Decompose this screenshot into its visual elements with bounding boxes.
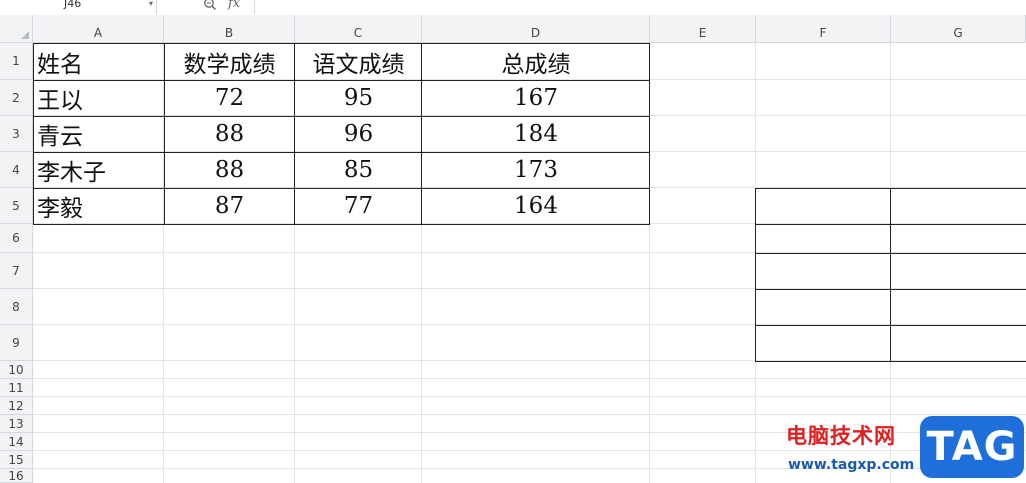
formula-divider bbox=[254, 0, 255, 14]
table-border bbox=[33, 43, 650, 44]
table-border bbox=[890, 188, 891, 362]
cell-c3[interactable]: 96 bbox=[295, 116, 422, 152]
row-header-11[interactable]: 11 bbox=[0, 379, 33, 397]
column-header-g[interactable]: G bbox=[891, 15, 1026, 43]
column-header-c[interactable]: C bbox=[295, 15, 422, 43]
table-border bbox=[649, 43, 650, 225]
table-border bbox=[33, 224, 650, 225]
row-header-10[interactable]: 10 bbox=[0, 361, 33, 379]
column-header-b[interactable]: B bbox=[164, 15, 295, 43]
formula-bar: J46 ▾ fx bbox=[0, 0, 1026, 16]
fx-icon[interactable]: fx bbox=[228, 0, 240, 11]
row-header-8[interactable]: 8 bbox=[0, 289, 33, 325]
row-header-4[interactable]: 4 bbox=[0, 152, 33, 188]
select-all-icon bbox=[21, 31, 29, 39]
column-header-d[interactable]: D bbox=[422, 15, 650, 43]
table-border bbox=[33, 43, 34, 225]
cell-d1[interactable]: 总成绩 bbox=[422, 43, 650, 80]
column-header-a[interactable]: A bbox=[33, 15, 164, 43]
row-header-14[interactable]: 14 bbox=[0, 433, 33, 451]
table-border bbox=[755, 188, 756, 362]
cell-c5[interactable]: 77 bbox=[295, 188, 422, 224]
row-header-12[interactable]: 12 bbox=[0, 397, 33, 415]
row-header-7[interactable]: 7 bbox=[0, 253, 33, 289]
row-header-3[interactable]: 3 bbox=[0, 116, 33, 152]
row-header-13[interactable]: 13 bbox=[0, 415, 33, 433]
cell-c4[interactable]: 85 bbox=[295, 152, 422, 188]
table-border bbox=[33, 80, 650, 81]
table-border bbox=[33, 188, 650, 189]
table-border bbox=[33, 152, 650, 153]
row-header-1[interactable]: 1 bbox=[0, 43, 33, 80]
row-header-5[interactable]: 5 bbox=[0, 188, 33, 224]
cell-b3[interactable]: 88 bbox=[164, 116, 295, 152]
row-header-2[interactable]: 2 bbox=[0, 80, 33, 116]
watermark-site-name: 电脑技术网 bbox=[786, 424, 896, 448]
name-box[interactable]: J46 ▾ bbox=[0, 0, 157, 14]
table-border bbox=[294, 43, 295, 225]
column-header-e[interactable]: E bbox=[650, 15, 756, 43]
cell-b1[interactable]: 数学成绩 bbox=[164, 43, 295, 80]
watermark-url: www.tagxp.com bbox=[788, 457, 915, 473]
column-header-f[interactable]: F bbox=[756, 15, 891, 43]
cell-b5[interactable]: 87 bbox=[164, 188, 295, 224]
select-all-corner[interactable] bbox=[0, 15, 33, 43]
cell-d3[interactable]: 184 bbox=[422, 116, 650, 152]
cell-d5[interactable]: 164 bbox=[422, 188, 650, 224]
cell-reference: J46 bbox=[64, 0, 82, 10]
zoom-icon[interactable] bbox=[203, 0, 217, 11]
row-header-9[interactable]: 9 bbox=[0, 325, 33, 361]
cell-b4[interactable]: 88 bbox=[164, 152, 295, 188]
cell-d2[interactable]: 167 bbox=[422, 80, 650, 116]
cell-a1[interactable]: 姓名 bbox=[33, 43, 164, 80]
cell-a5[interactable]: 李毅 bbox=[33, 188, 164, 224]
cell-a3[interactable]: 青云 bbox=[33, 116, 164, 152]
table-border bbox=[421, 43, 422, 225]
watermark: 电脑技术网 www.tagxp.com TAG bbox=[780, 400, 1026, 483]
gridline bbox=[33, 378, 1026, 379]
cell-b2[interactable]: 72 bbox=[164, 80, 295, 116]
table-border bbox=[164, 43, 165, 225]
cell-a2[interactable]: 王以 bbox=[33, 80, 164, 116]
cell-a4[interactable]: 李木子 bbox=[33, 152, 164, 188]
row-header-15[interactable]: 15 bbox=[0, 451, 33, 469]
cell-d4[interactable]: 173 bbox=[422, 152, 650, 188]
gridline bbox=[33, 396, 1026, 397]
cell-c1[interactable]: 语文成绩 bbox=[295, 43, 422, 80]
cell-c2[interactable]: 95 bbox=[295, 80, 422, 116]
table-border bbox=[33, 116, 650, 117]
chevron-down-icon[interactable]: ▾ bbox=[149, 0, 153, 8]
row-header-6[interactable]: 6 bbox=[0, 224, 33, 253]
row-header-16[interactable]: 16 bbox=[0, 469, 33, 483]
watermark-tag-logo: TAG bbox=[920, 416, 1024, 478]
